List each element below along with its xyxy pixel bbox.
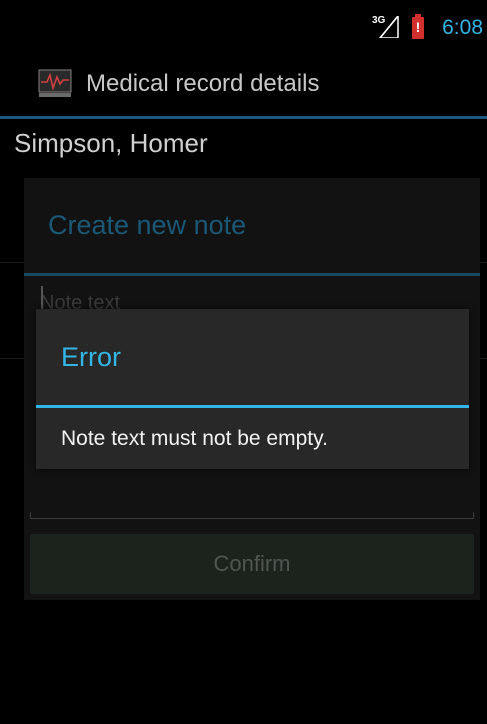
note-input-underline	[30, 512, 474, 519]
error-dialog[interactable]: Error Note text must not be empty.	[36, 309, 469, 469]
battery-icon: !	[412, 14, 424, 39]
action-bar-title: Medical record details	[86, 70, 320, 97]
battery-alert-label: !	[415, 19, 421, 35]
app-screen: 3G ! 6:08 Medical record details Simpson…	[0, 0, 487, 724]
network-type-label: 3G	[372, 15, 386, 26]
error-title: Error	[61, 342, 121, 372]
patient-name: Simpson, Homer	[14, 128, 208, 158]
create-note-divider	[24, 273, 480, 276]
confirm-button[interactable]: Confirm	[30, 534, 474, 594]
medical-chart-icon[interactable]	[38, 68, 72, 98]
create-note-title: Create new note	[48, 210, 247, 240]
action-bar-divider	[0, 116, 487, 119]
status-bar: 3G ! 6:08	[0, 0, 487, 40]
action-bar: Medical record details	[0, 40, 487, 118]
error-message: Note text must not be empty.	[61, 427, 328, 450]
status-clock: 6:08	[442, 16, 483, 39]
error-title-divider	[36, 405, 469, 408]
